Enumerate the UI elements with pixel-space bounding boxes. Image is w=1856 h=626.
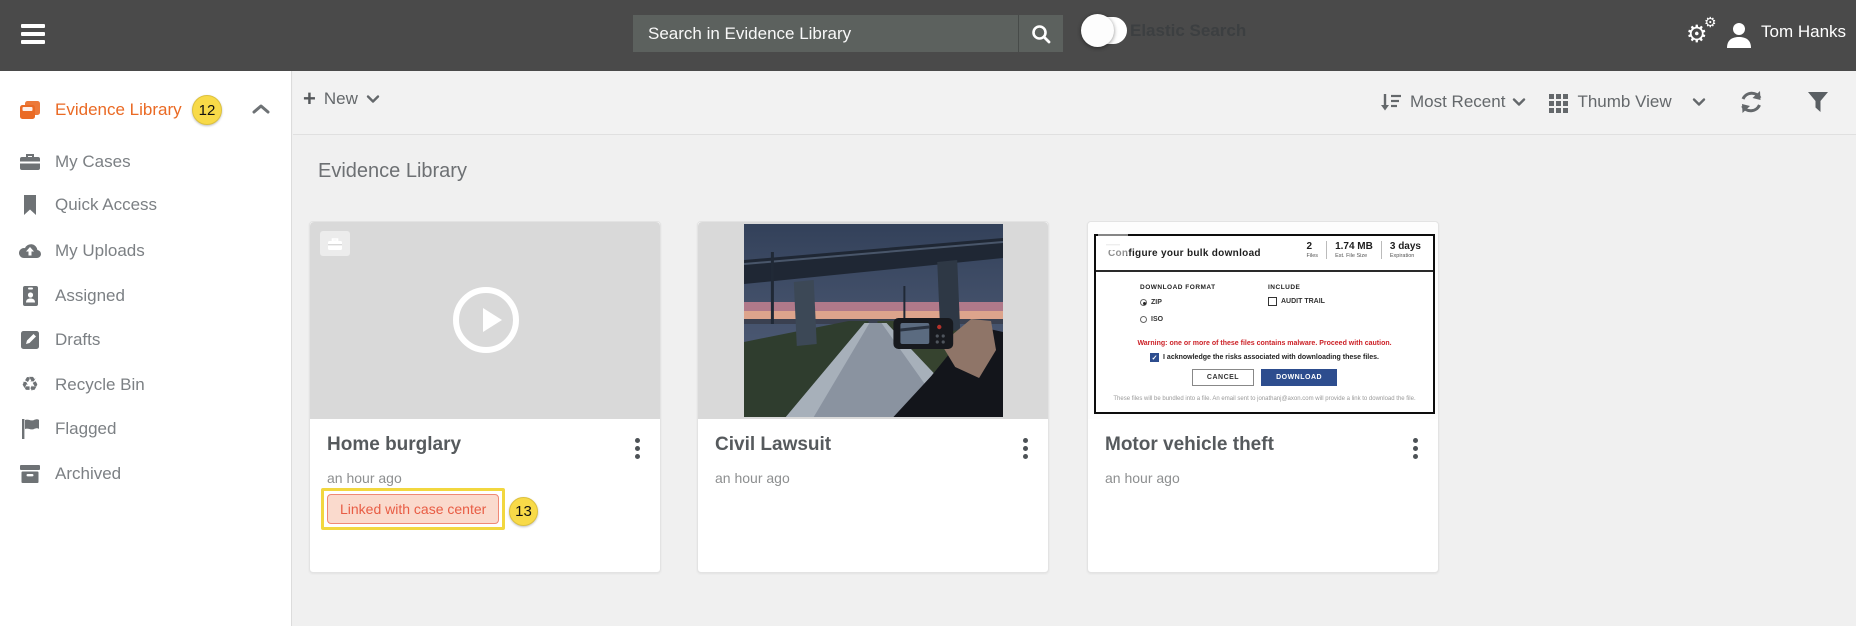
edit-icon bbox=[18, 328, 42, 352]
checkmark-icon: ✓ bbox=[1150, 353, 1159, 362]
sort-label: Most Recent bbox=[1410, 92, 1505, 112]
card-timestamp: an hour ago bbox=[715, 470, 790, 486]
elastic-search-toggle[interactable] bbox=[1083, 17, 1127, 44]
top-bar: Elastic Search ⚙⚙ Tom Hanks bbox=[0, 0, 1856, 71]
search-bar bbox=[633, 15, 1063, 52]
sort-icon bbox=[1380, 91, 1403, 113]
card-title: Motor vehicle theft bbox=[1105, 434, 1274, 456]
briefcase-icon bbox=[18, 150, 42, 174]
iso-radio: ISO bbox=[1140, 316, 1163, 323]
services-gear-icon[interactable]: ⚙⚙ bbox=[1686, 16, 1720, 52]
chevron-down-icon bbox=[1692, 97, 1706, 107]
bulk-download-dialog-image: Configure your bulk download 2Files 1.74… bbox=[1094, 234, 1435, 414]
sidebar-item-flagged[interactable]: Flagged bbox=[0, 415, 292, 445]
annotation-badge-12: 12 bbox=[192, 95, 222, 125]
video-thumbnail bbox=[310, 222, 660, 419]
search-input[interactable] bbox=[633, 15, 1018, 52]
annotation-badge-13: 13 bbox=[509, 497, 538, 526]
bookmark-icon bbox=[18, 193, 42, 217]
malware-warning-text: Warning: one or more of these files cont… bbox=[1096, 340, 1433, 347]
include-label: INCLUDE bbox=[1268, 284, 1300, 291]
sidebar-item-label: Evidence Library bbox=[55, 100, 182, 120]
flag-icon bbox=[18, 417, 42, 441]
view-dropdown[interactable]: Thumb View bbox=[1548, 91, 1705, 113]
sidebar-item-evidence-library[interactable]: Evidence Library 12 bbox=[0, 93, 292, 127]
sidebar-item-drafts[interactable]: Drafts bbox=[0, 326, 292, 356]
cloud-upload-icon bbox=[18, 239, 42, 263]
user-avatar-icon[interactable] bbox=[1724, 20, 1754, 55]
evidence-library-icon bbox=[18, 99, 42, 123]
audit-trail-checkbox: AUDIT TRAIL bbox=[1268, 297, 1325, 306]
cancel-button-image: CANCEL bbox=[1192, 369, 1254, 386]
dialog-title: Configure your bulk download bbox=[1108, 248, 1261, 259]
chevron-up-icon[interactable] bbox=[250, 101, 272, 117]
id-badge-icon bbox=[18, 284, 42, 308]
card-timestamp: an hour ago bbox=[1105, 470, 1180, 486]
zip-radio: ZIP bbox=[1140, 299, 1162, 306]
card-timestamp: an hour ago bbox=[327, 470, 402, 486]
toggle-knob-icon bbox=[1081, 14, 1114, 47]
sidebar-item-quick-access[interactable]: Quick Access bbox=[0, 191, 292, 221]
linked-with-case-center-badge: Linked with case center bbox=[327, 494, 499, 524]
briefcase-icon bbox=[1098, 231, 1128, 256]
hamburger-menu-icon[interactable] bbox=[21, 24, 45, 46]
view-label: Thumb View bbox=[1577, 92, 1671, 112]
plus-icon: + bbox=[303, 89, 316, 109]
card-title: Civil Lawsuit bbox=[715, 434, 831, 456]
photo-thumbnail bbox=[698, 222, 1048, 419]
evidence-card-home-burglary[interactable]: Home burglary an hour ago Linked with ca… bbox=[309, 221, 661, 573]
download-format-label: DOWNLOAD FORMAT bbox=[1140, 284, 1216, 291]
sidebar-item-my-uploads[interactable]: My Uploads bbox=[0, 237, 292, 267]
grid-view-icon bbox=[1548, 91, 1570, 113]
evidence-library-app: Elastic Search ⚙⚙ Tom Hanks Evidence Lib… bbox=[0, 0, 1856, 626]
content-area: Evidence Library Home burglary an hour a… bbox=[293, 136, 1856, 626]
user-name[interactable]: Tom Hanks bbox=[1761, 22, 1846, 42]
briefcase-icon bbox=[320, 231, 350, 256]
annotation-highlight-box: Linked with case center bbox=[321, 488, 505, 530]
recycle-icon: ♻ bbox=[18, 373, 42, 397]
evidence-card-motor-vehicle-theft[interactable]: Configure your bulk download 2Files 1.74… bbox=[1087, 221, 1439, 573]
archive-icon bbox=[18, 462, 42, 486]
new-button[interactable]: + New bbox=[303, 89, 380, 109]
elastic-search-label: Elastic Search bbox=[1130, 21, 1246, 41]
play-icon bbox=[453, 287, 519, 353]
action-toolbar: + New Most Recent bbox=[293, 71, 1856, 135]
dialog-footer-text: These files will be bundled into a file.… bbox=[1096, 396, 1433, 402]
sidebar-item-assigned[interactable]: Assigned bbox=[0, 282, 292, 312]
screenshot-thumbnail: Configure your bulk download 2Files 1.74… bbox=[1088, 222, 1438, 419]
kebab-menu-icon[interactable] bbox=[1018, 438, 1032, 464]
evidence-card-civil-lawsuit[interactable]: Civil Lawsuit an hour ago bbox=[697, 221, 1049, 573]
search-icon bbox=[1030, 23, 1052, 45]
search-button[interactable] bbox=[1018, 15, 1063, 52]
sort-dropdown[interactable]: Most Recent bbox=[1380, 91, 1526, 113]
refresh-icon[interactable] bbox=[1738, 89, 1765, 115]
chevron-down-icon bbox=[1512, 97, 1526, 107]
page-title: Evidence Library bbox=[318, 160, 467, 183]
sidebar: Evidence Library 12 My Cases Quick Acces… bbox=[0, 71, 292, 626]
chevron-down-icon bbox=[366, 94, 380, 104]
kebab-menu-icon[interactable] bbox=[1408, 438, 1422, 464]
filter-icon[interactable] bbox=[1807, 91, 1829, 113]
kebab-menu-icon[interactable] bbox=[630, 438, 644, 464]
card-title: Home burglary bbox=[327, 434, 461, 456]
dusk-road-photo bbox=[744, 224, 1003, 417]
download-button-image: DOWNLOAD bbox=[1261, 369, 1337, 386]
acknowledge-checkbox: ✓ I acknowledge the risks associated wit… bbox=[1096, 353, 1433, 362]
sidebar-item-recycle-bin[interactable]: ♻ Recycle Bin bbox=[0, 371, 292, 401]
sidebar-item-my-cases[interactable]: My Cases bbox=[0, 148, 292, 178]
sidebar-item-archived[interactable]: Archived bbox=[0, 460, 292, 490]
